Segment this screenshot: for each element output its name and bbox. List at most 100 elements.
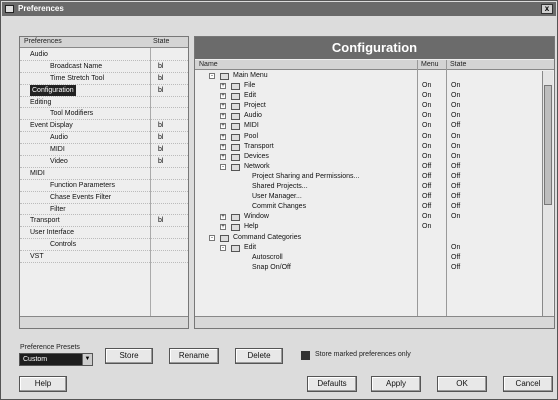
scrollbar-thumb[interactable] xyxy=(544,85,552,205)
menu-toggle[interactable]: On xyxy=(422,121,431,131)
preference-item-state[interactable]: bl xyxy=(158,61,163,72)
configuration-item[interactable]: - Network Off Off xyxy=(195,162,540,172)
configuration-item[interactable]: + Transport On On xyxy=(195,142,540,152)
preference-item[interactable]: Function Parameters xyxy=(20,180,188,192)
state-toggle[interactable]: Off xyxy=(451,263,460,273)
preference-item[interactable]: Event Display bl xyxy=(20,120,188,133)
preset-dropdown[interactable]: Custom ▼ xyxy=(19,353,93,366)
store-button[interactable]: Store xyxy=(105,348,153,364)
configuration-item[interactable]: + File On On xyxy=(195,81,540,91)
state-toggle[interactable]: On xyxy=(451,111,460,121)
collapse-icon[interactable]: - xyxy=(220,244,226,251)
column-header-state[interactable]: State xyxy=(153,38,169,45)
configuration-item[interactable]: Snap On/Off Off xyxy=(195,263,540,273)
state-toggle[interactable]: On xyxy=(451,101,460,111)
menu-toggle[interactable]: On xyxy=(422,212,431,222)
defaults-button[interactable]: Defaults xyxy=(307,376,357,392)
preference-item[interactable]: Transport bl xyxy=(20,215,188,228)
preference-item[interactable]: Configuration bl xyxy=(20,84,188,97)
state-toggle[interactable]: Off xyxy=(451,192,460,202)
help-button[interactable]: Help xyxy=(19,376,67,392)
menu-toggle[interactable]: On xyxy=(422,91,431,101)
title-bar[interactable]: Preferences x xyxy=(2,2,556,16)
configuration-item[interactable]: - Main Menu xyxy=(195,71,540,81)
close-button[interactable]: x xyxy=(541,4,553,14)
preference-item-state[interactable]: bl xyxy=(158,132,163,143)
menu-toggle[interactable]: On xyxy=(422,132,431,142)
expand-icon[interactable]: + xyxy=(220,83,226,90)
preference-item[interactable]: Tool Modifiers xyxy=(20,108,188,121)
configuration-item[interactable]: Autoscroll Off xyxy=(195,253,540,263)
right-horizontal-scrollbar[interactable] xyxy=(195,316,554,328)
menu-toggle[interactable]: Off xyxy=(422,162,431,172)
left-horizontal-scrollbar[interactable] xyxy=(20,316,188,328)
right-vertical-scrollbar[interactable] xyxy=(542,71,553,316)
state-toggle[interactable]: On xyxy=(451,152,460,162)
preference-item-state[interactable]: bl xyxy=(158,215,163,226)
column-header-menu[interactable]: Menu xyxy=(421,61,439,68)
expand-icon[interactable]: + xyxy=(220,103,226,110)
preference-item[interactable]: Broadcast Name bl xyxy=(20,61,188,73)
menu-toggle[interactable]: Off xyxy=(422,192,431,202)
configuration-item[interactable]: + Window On On xyxy=(195,212,540,222)
expand-icon[interactable]: + xyxy=(220,113,226,120)
preference-item-state[interactable]: bl xyxy=(158,144,163,155)
preference-item[interactable]: MIDI xyxy=(20,168,188,180)
state-toggle[interactable]: On xyxy=(451,132,460,142)
configuration-item[interactable]: + Devices On On xyxy=(195,152,540,162)
expand-icon[interactable]: + xyxy=(220,214,226,221)
menu-toggle[interactable]: On xyxy=(422,101,431,111)
menu-toggle[interactable]: On xyxy=(422,222,431,232)
preference-item[interactable]: VST xyxy=(20,251,188,264)
state-toggle[interactable]: Off xyxy=(451,121,460,131)
configuration-item[interactable]: + Edit On On xyxy=(195,91,540,101)
rename-button[interactable]: Rename xyxy=(169,348,219,364)
configuration-item[interactable]: Project Sharing and Permissions... Off Off xyxy=(195,172,540,182)
preference-item-state[interactable]: bl xyxy=(158,73,163,84)
state-toggle[interactable]: Off xyxy=(451,162,460,172)
configuration-item[interactable]: - Edit On xyxy=(195,243,540,253)
expand-icon[interactable]: + xyxy=(220,133,226,140)
collapse-icon[interactable]: - xyxy=(209,73,215,79)
configuration-item[interactable]: - Command Categories xyxy=(195,233,540,243)
configuration-item[interactable]: + Help On xyxy=(195,222,540,232)
state-toggle[interactable]: On xyxy=(451,243,460,253)
preference-item[interactable]: Video bl xyxy=(20,156,188,168)
configuration-item[interactable]: Shared Projects... Off Off xyxy=(195,182,540,192)
expand-icon[interactable]: + xyxy=(220,153,226,160)
apply-button[interactable]: Apply xyxy=(371,376,421,392)
configuration-item[interactable]: + Audio On On xyxy=(195,111,540,121)
preference-item[interactable]: Audio bl xyxy=(20,132,188,145)
expand-icon[interactable]: + xyxy=(220,143,226,150)
menu-toggle[interactable]: On xyxy=(422,152,431,162)
preference-item[interactable]: User Interface xyxy=(20,227,188,240)
configuration-item[interactable]: + MIDI On Off xyxy=(195,121,540,131)
store-marked-checkbox[interactable] xyxy=(301,351,310,360)
preference-item[interactable]: Time Stretch Tool bl xyxy=(20,73,188,85)
configuration-item[interactable]: + Project On On xyxy=(195,101,540,111)
preference-item-state[interactable]: bl xyxy=(158,156,163,167)
expand-icon[interactable]: + xyxy=(220,123,226,130)
column-header-state[interactable]: State xyxy=(450,61,466,68)
configuration-item[interactable]: + Pool On On xyxy=(195,132,540,142)
expand-icon[interactable]: + xyxy=(220,93,226,100)
menu-toggle[interactable]: On xyxy=(422,142,431,152)
delete-button[interactable]: Delete xyxy=(235,348,283,364)
collapse-icon[interactable]: - xyxy=(209,234,215,241)
state-toggle[interactable]: On xyxy=(451,142,460,152)
preference-item[interactable]: Controls xyxy=(20,239,188,252)
preference-item[interactable]: Chase Events Filter xyxy=(20,192,188,204)
state-toggle[interactable]: On xyxy=(451,81,460,91)
preference-item[interactable]: Audio xyxy=(20,49,188,61)
column-header-preferences[interactable]: Preferences xyxy=(24,38,62,45)
preference-item[interactable]: MIDI bl xyxy=(20,144,188,157)
ok-button[interactable]: OK xyxy=(437,376,487,392)
configuration-item[interactable]: User Manager... Off Off xyxy=(195,192,540,202)
state-toggle[interactable]: Off xyxy=(451,182,460,192)
preference-item[interactable]: Filter xyxy=(20,204,188,216)
configuration-item[interactable]: Commit Changes Off Off xyxy=(195,202,540,212)
menu-toggle[interactable]: On xyxy=(422,111,431,121)
state-toggle[interactable]: Off xyxy=(451,253,460,263)
state-toggle[interactable]: Off xyxy=(451,202,460,212)
menu-toggle[interactable]: Off xyxy=(422,182,431,192)
